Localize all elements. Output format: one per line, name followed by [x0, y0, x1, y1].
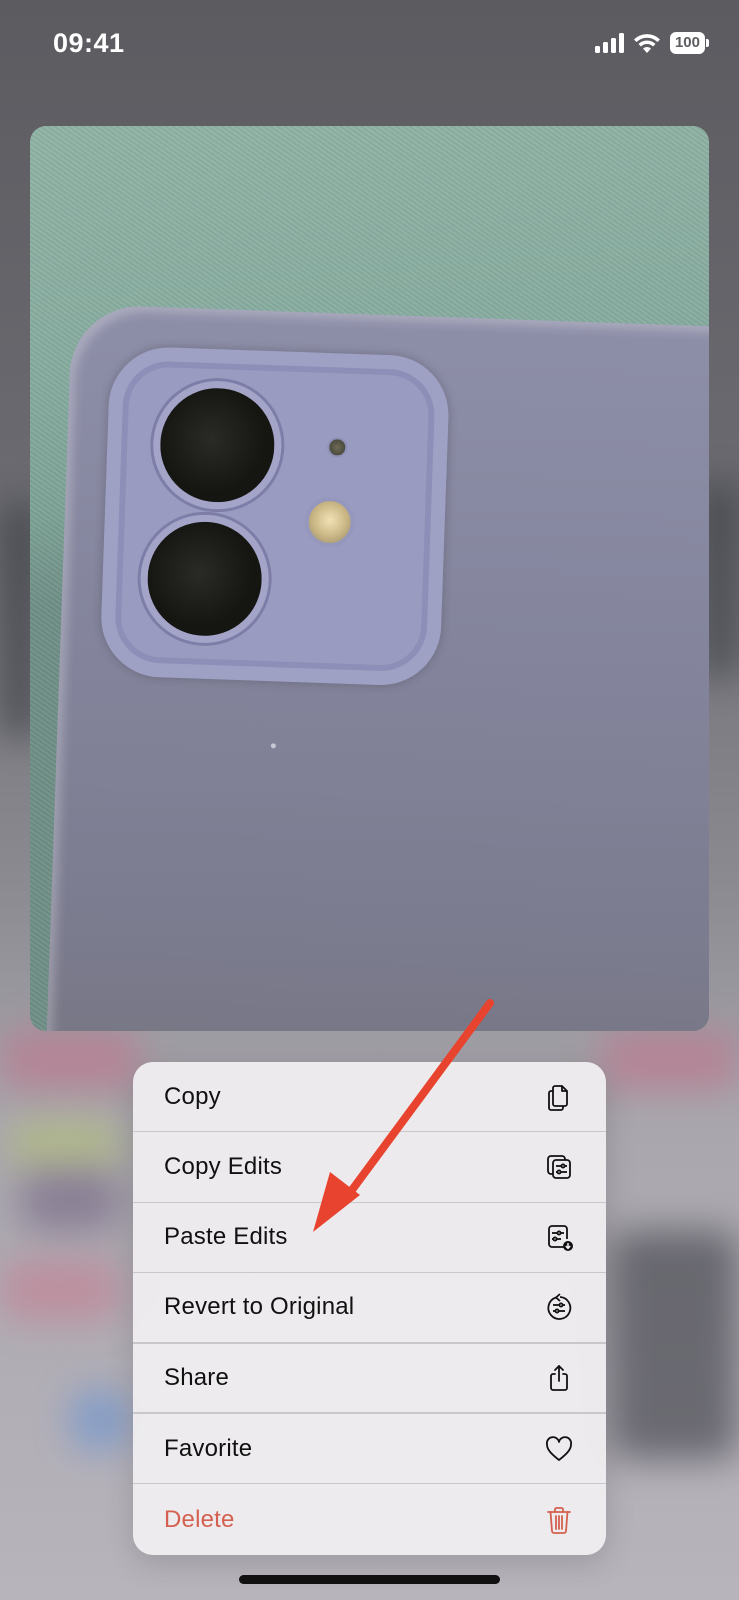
camera-lens-top	[151, 378, 284, 512]
share-icon	[544, 1363, 574, 1393]
status-bar: 09:41 100	[0, 0, 739, 92]
context-menu: Copy Copy Edits Paste Edits Revert to Or…	[133, 1062, 606, 1555]
menu-item-delete[interactable]: Delete	[133, 1484, 606, 1554]
camera-lens-bottom	[138, 512, 271, 646]
microphone-dot	[326, 437, 348, 458]
menu-item-favorite[interactable]: Favorite	[133, 1414, 606, 1485]
home-indicator[interactable]	[239, 1575, 500, 1584]
menu-item-copy-edits[interactable]: Copy Edits	[133, 1132, 606, 1203]
menu-item-paste-edits[interactable]: Paste Edits	[133, 1203, 606, 1274]
copy-edits-icon	[544, 1152, 574, 1182]
menu-item-share[interactable]: Share	[133, 1344, 606, 1414]
menu-item-copy[interactable]: Copy	[133, 1062, 606, 1133]
camera-flash	[303, 496, 356, 549]
menu-item-revert-to-original[interactable]: Revert to Original	[133, 1273, 606, 1344]
camera-bump	[99, 345, 451, 688]
copy-icon	[544, 1082, 574, 1112]
heart-icon	[544, 1434, 574, 1464]
cellular-signal-icon	[594, 33, 624, 53]
photo-preview[interactable]	[30, 126, 709, 1031]
paste-edits-icon	[544, 1222, 574, 1252]
revert-icon	[544, 1292, 574, 1322]
trash-icon	[544, 1505, 574, 1535]
phone-case	[44, 304, 709, 1031]
wifi-icon	[633, 33, 660, 53]
status-time: 09:41	[53, 28, 125, 58]
status-icons: 100	[594, 32, 709, 54]
battery-level: 100	[669, 32, 705, 54]
battery-icon: 100	[669, 32, 709, 54]
